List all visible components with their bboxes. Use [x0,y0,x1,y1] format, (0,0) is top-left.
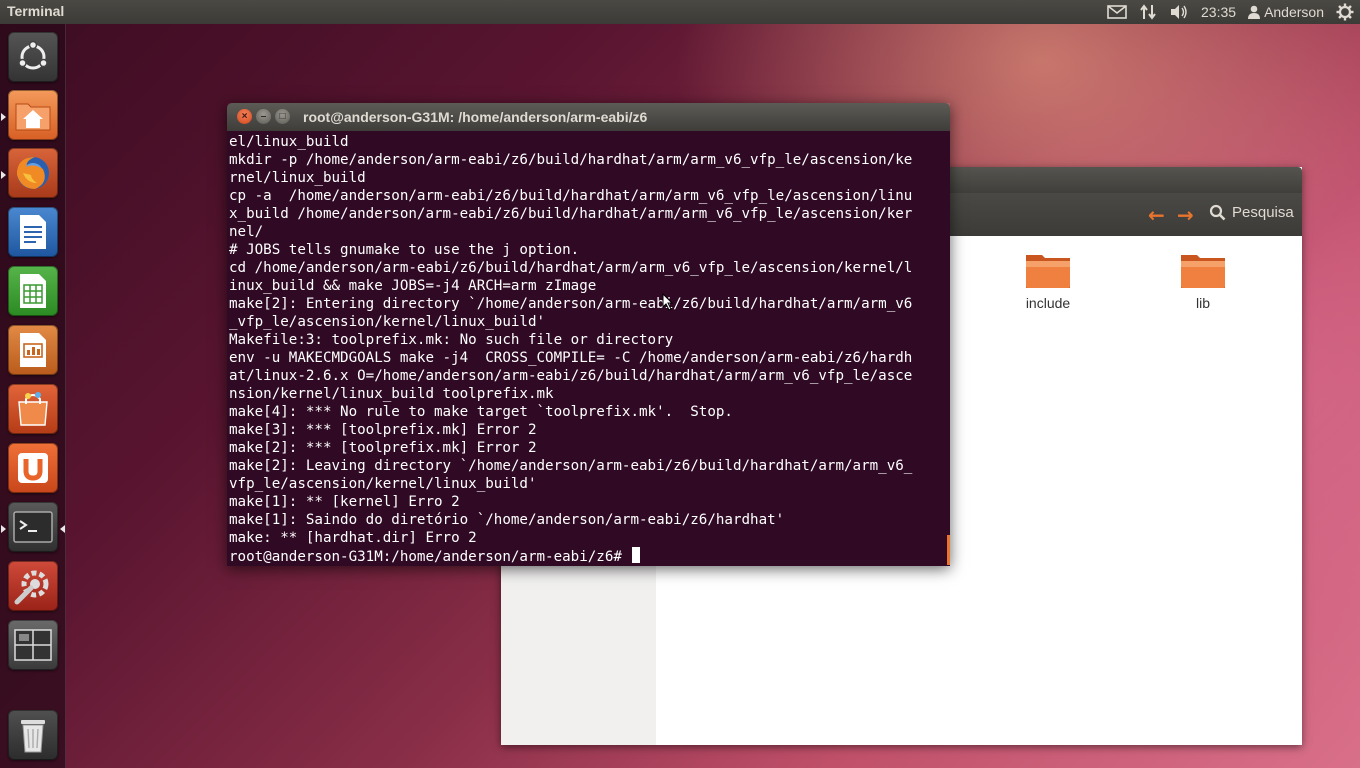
power-gear-icon[interactable] [1336,3,1354,21]
active-app-title: Terminal [7,3,65,19]
terminal-line: inux_build && make JOBS=-j4 ARCH=arm zIm… [229,278,597,294]
terminal-line: make[2]: *** [toolprefix.mk] Error 2 [229,440,537,456]
libreoffice-writer-launcher[interactable] [8,207,58,257]
firefox-launcher[interactable] [8,148,58,198]
trash-icon [21,720,45,753]
terminal-line: nel/ [229,224,264,240]
user-name: Anderson [1264,4,1324,20]
workspace-grid-icon [14,629,52,661]
terminal-line: vfp_le/ascension/kernel/linux_build' [229,476,537,492]
close-button[interactable]: × [237,109,252,124]
launcher [0,24,66,768]
terminal-output[interactable]: el/linux_build mkdir -p /home/anderson/a… [227,131,950,566]
folder-lib[interactable]: lib [1163,251,1243,311]
folder-icon [1025,251,1071,289]
minimize-button[interactable]: – [256,109,271,124]
shell-prompt: root@anderson-G31M:/home/anderson/arm-ea… [229,549,631,565]
search-icon [1209,204,1226,221]
window-title: root@anderson-G31M: /home/anderson/arm-e… [303,109,648,125]
network-icon[interactable] [1139,3,1157,21]
terminal-launcher[interactable] [8,502,58,552]
software-center-launcher[interactable] [8,384,58,434]
terminal-line: _vfp_le/ascension/kernel/linux_build' [229,314,546,330]
firefox-icon [17,157,49,189]
ubuntu-one-launcher[interactable] [8,443,58,493]
search-button[interactable]: Pesquisa [1209,204,1294,221]
terminal-line: cd /home/anderson/arm-eabi/z6/build/hard… [229,260,913,276]
user-icon [1248,5,1261,19]
terminal-line: at/linux-2.6.x O=/home/anderson/arm-eabi… [229,368,913,384]
terminal-titlebar[interactable]: × – □ root@anderson-G31M: /home/anderson… [227,103,950,131]
terminal-line: Makefile:3: toolprefix.mk: No such file … [229,332,674,348]
folder-include[interactable]: include [1008,251,1088,311]
shopping-bag-icon [18,392,48,426]
libreoffice-calc-launcher[interactable] [8,266,58,316]
volume-icon[interactable] [1169,4,1189,20]
search-label: Pesquisa [1232,204,1294,221]
terminal-line: x_build /home/anderson/arm-eabi/z6/build… [229,206,913,222]
terminal-line: make[2]: Leaving directory `/home/anders… [229,458,913,474]
impress-presentation-icon [20,333,46,367]
terminal-prompt-line[interactable]: root@anderson-G31M:/home/anderson/arm-ea… [229,547,949,565]
home-folder-launcher[interactable] [8,90,58,140]
terminal-lines: el/linux_build mkdir -p /home/anderson/a… [229,133,949,565]
terminal-icon [13,511,53,543]
terminal-line: el/linux_build [229,134,349,150]
terminal-line: make[4]: *** No rule to make target `too… [229,404,733,420]
top-panel: Terminal 23:35 Anderson [0,0,1360,24]
terminal-line: # JOBS tells gnumake to use the j option… [229,242,580,258]
libreoffice-impress-launcher[interactable] [8,325,58,375]
terminal-line: make[3]: *** [toolprefix.mk] Error 2 [229,422,537,438]
mouse-pointer-icon [662,293,674,311]
user-menu[interactable]: Anderson [1248,4,1324,20]
wrench-settings-icon [14,570,49,605]
ubuntu-one-icon [18,453,48,483]
terminal-line: make[1]: ** [kernel] Erro 2 [229,494,460,510]
back-arrow-icon[interactable]: ← [1148,203,1165,227]
workspace-switcher-launcher[interactable] [8,620,58,670]
calc-spreadsheet-icon [20,274,46,308]
terminal-line: make[2]: Entering directory `/home/ander… [229,296,913,312]
dash-home-button[interactable] [8,32,58,82]
scrollbar-indicator[interactable] [947,535,950,565]
forward-arrow-icon[interactable]: → [1177,203,1194,227]
terminal-line: make: ** [hardhat.dir] Erro 2 [229,530,477,546]
terminal-line: env -u MAKECMDGOALS make -j4 CROSS_COMPI… [229,350,913,366]
folder-name: include [1025,295,1071,311]
terminal-window: × – □ root@anderson-G31M: /home/anderson… [227,103,950,566]
clock[interactable]: 23:35 [1201,4,1236,20]
writer-document-icon [20,215,46,249]
trash-launcher[interactable] [8,710,58,760]
system-settings-launcher[interactable] [8,561,58,611]
terminal-line: mkdir -p /home/anderson/arm-eabi/z6/buil… [229,152,913,168]
home-folder-icon [15,103,51,131]
terminal-line: cp -a /home/anderson/arm-eabi/z6/build/h… [229,188,913,204]
terminal-line: nsion/kernel/linux_build toolprefix.mk [229,386,554,402]
maximize-button[interactable]: □ [275,109,290,124]
text-cursor [632,547,641,563]
indicator-area: 23:35 Anderson [1101,0,1360,24]
ubuntu-logo-icon [18,40,48,70]
mail-icon[interactable] [1107,5,1127,19]
folder-name: lib [1195,295,1210,311]
terminal-line: make[1]: Saindo do diretório `/home/ande… [229,512,785,528]
terminal-line: rnel/linux_build [229,170,366,186]
folder-icon [1180,251,1226,289]
